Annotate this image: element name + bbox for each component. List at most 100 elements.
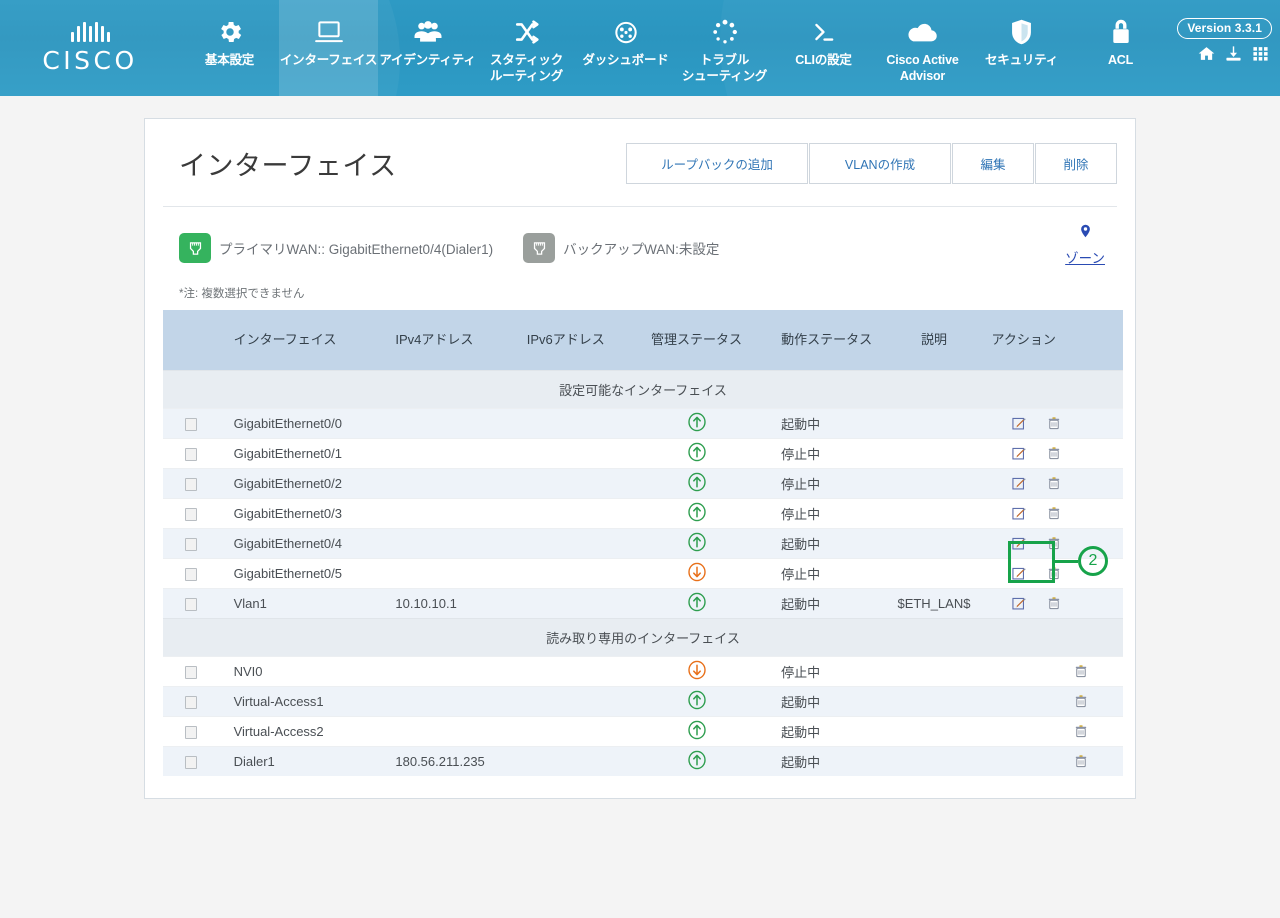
nav-item-3[interactable]: アイデンティティ: [378, 0, 477, 96]
row-checkbox-cell: [163, 407, 220, 438]
table-row[interactable]: GigabitEthernet0/3 停止中: [163, 497, 1123, 528]
row-checkbox[interactable]: [185, 665, 198, 679]
nav-item-6[interactable]: トラブル シューティング: [675, 0, 774, 96]
header-button-4[interactable]: 削除: [1035, 143, 1117, 184]
interface-name: GigabitEthernet0/3: [219, 497, 394, 528]
operational-status: 停止中: [757, 655, 879, 686]
delete-icon[interactable]: [1074, 724, 1088, 739]
interface-name: GigabitEthernet0/2: [219, 467, 394, 498]
ipv6-address: [524, 497, 636, 528]
column-header-6: 動作ステータス: [757, 310, 879, 370]
nav-item-5[interactable]: ダッシュボード: [576, 0, 675, 96]
interface-name: GigabitEthernet0/1: [219, 437, 394, 468]
edit-icon[interactable]: [1011, 566, 1027, 581]
location-pin-icon: [1078, 221, 1093, 246]
delete-icon[interactable]: [1074, 694, 1088, 709]
operational-status: 起動中: [757, 715, 879, 746]
admin-status-down-icon: [687, 660, 707, 683]
delete-icon[interactable]: [1047, 416, 1061, 431]
nav-item-1[interactable]: 基本設定: [180, 0, 279, 96]
table-row[interactable]: GigabitEthernet0/5 停止中: [163, 557, 1123, 588]
interface-name: Vlan1: [219, 587, 394, 618]
delete-icon[interactable]: [1047, 476, 1061, 491]
column-header-1: [163, 310, 220, 370]
table-row[interactable]: Virtual-Access1 起動中: [163, 685, 1123, 716]
gauge-icon: [611, 16, 641, 48]
delete-icon[interactable]: [1047, 506, 1061, 521]
grid-icon[interactable]: [1251, 45, 1270, 62]
admin-status-cell: [635, 685, 758, 716]
nav-item-label: ACL: [1107, 53, 1134, 67]
row-checkbox[interactable]: [185, 567, 198, 581]
edit-icon[interactable]: [1011, 596, 1027, 611]
delete-icon[interactable]: [1047, 536, 1061, 551]
table-row[interactable]: Dialer1 180.56.211.235 起動中: [163, 745, 1123, 776]
row-checkbox[interactable]: [185, 725, 198, 739]
admin-status-cell: [635, 437, 758, 468]
delete-icon[interactable]: [1074, 664, 1088, 679]
table-row[interactable]: Vlan1 10.10.10.1 起動中 $ETH_LAN$: [163, 587, 1123, 618]
table-body: 設定可能なインターフェイス GigabitEthernet0/0 起動中 Gigab…: [163, 369, 1123, 776]
download-icon[interactable]: [1224, 45, 1243, 62]
actions-cell: [989, 715, 1123, 746]
nav-item-4[interactable]: スタティック ルーティング: [477, 0, 576, 96]
users-icon: [413, 16, 443, 48]
row-checkbox[interactable]: [185, 537, 198, 551]
row-checkbox[interactable]: [185, 755, 198, 769]
nav-item-9[interactable]: セキュリティ: [972, 0, 1071, 96]
row-checkbox[interactable]: [185, 417, 198, 431]
ipv4-address: [393, 715, 525, 746]
shuffle-icon: [512, 16, 542, 48]
row-checkbox[interactable]: [185, 447, 198, 461]
table-row[interactable]: GigabitEthernet0/4 起動中: [163, 527, 1123, 558]
actions-cell: [989, 745, 1123, 776]
description: [878, 557, 990, 588]
interface-name: GigabitEthernet0/4: [219, 527, 394, 558]
cisco-logo[interactable]: CISCO: [0, 0, 180, 96]
edit-icon[interactable]: [1011, 536, 1027, 551]
table-row[interactable]: GigabitEthernet0/0 起動中: [163, 407, 1123, 438]
edit-icon[interactable]: [1011, 506, 1027, 521]
row-checkbox-cell: [163, 497, 220, 528]
actions-cell: [989, 655, 1123, 686]
admin-status-up-icon: [687, 442, 707, 465]
delete-icon[interactable]: [1047, 566, 1061, 581]
header-button-2[interactable]: VLANの作成: [809, 143, 951, 184]
backup-wan-status: バックアップWAN:未設定: [523, 233, 719, 263]
edit-icon[interactable]: [1011, 446, 1027, 461]
row-checkbox[interactable]: [185, 507, 198, 521]
admin-status-up-icon: [687, 750, 707, 773]
zone-link[interactable]: ゾーン: [1065, 221, 1105, 267]
row-checkbox[interactable]: [185, 477, 198, 491]
ipv6-address: [524, 715, 636, 746]
table-row[interactable]: Virtual-Access2 起動中: [163, 715, 1123, 746]
ipv4-address: [393, 437, 525, 468]
table-row[interactable]: GigabitEthernet0/1 停止中: [163, 437, 1123, 468]
edit-icon[interactable]: [1011, 476, 1027, 491]
nav-item-8[interactable]: Cisco Active Advisor: [873, 0, 972, 96]
table-row[interactable]: GigabitEthernet0/2 停止中: [163, 467, 1123, 498]
delete-icon[interactable]: [1047, 446, 1061, 461]
terminal-icon: [809, 16, 839, 48]
ipv4-address: [393, 467, 525, 498]
table-row[interactable]: NVI0 停止中: [163, 655, 1123, 686]
edit-icon[interactable]: [1011, 416, 1027, 431]
home-icon[interactable]: [1197, 45, 1216, 62]
row-checkbox-cell: [163, 745, 220, 776]
nav-item-10[interactable]: ACL: [1071, 0, 1170, 96]
header-button-3[interactable]: 編集: [952, 143, 1034, 184]
header-button-1[interactable]: ループバックの追加: [626, 143, 808, 184]
action-button-row: ループバックの追加 VLANの作成 編集 削除: [626, 143, 1117, 184]
delete-icon[interactable]: [1047, 596, 1061, 611]
nav-item-7[interactable]: CLIの設定: [774, 0, 873, 96]
delete-icon[interactable]: [1074, 754, 1088, 769]
card-header: インターフェイス ループバックの追加 VLANの作成 編集 削除: [163, 143, 1117, 184]
description: [878, 407, 990, 438]
row-checkbox-cell: [163, 655, 220, 686]
nav-items: 基本設定 インターフェイス アイデンティティ スタティック ルーティング ダッシュボード…: [180, 0, 1170, 96]
row-checkbox[interactable]: [185, 597, 198, 611]
row-checkbox[interactable]: [185, 695, 198, 709]
ipv6-address: [524, 467, 636, 498]
ipv4-address: 180.56.211.235: [393, 745, 525, 776]
nav-item-2[interactable]: インターフェイス: [279, 0, 378, 96]
